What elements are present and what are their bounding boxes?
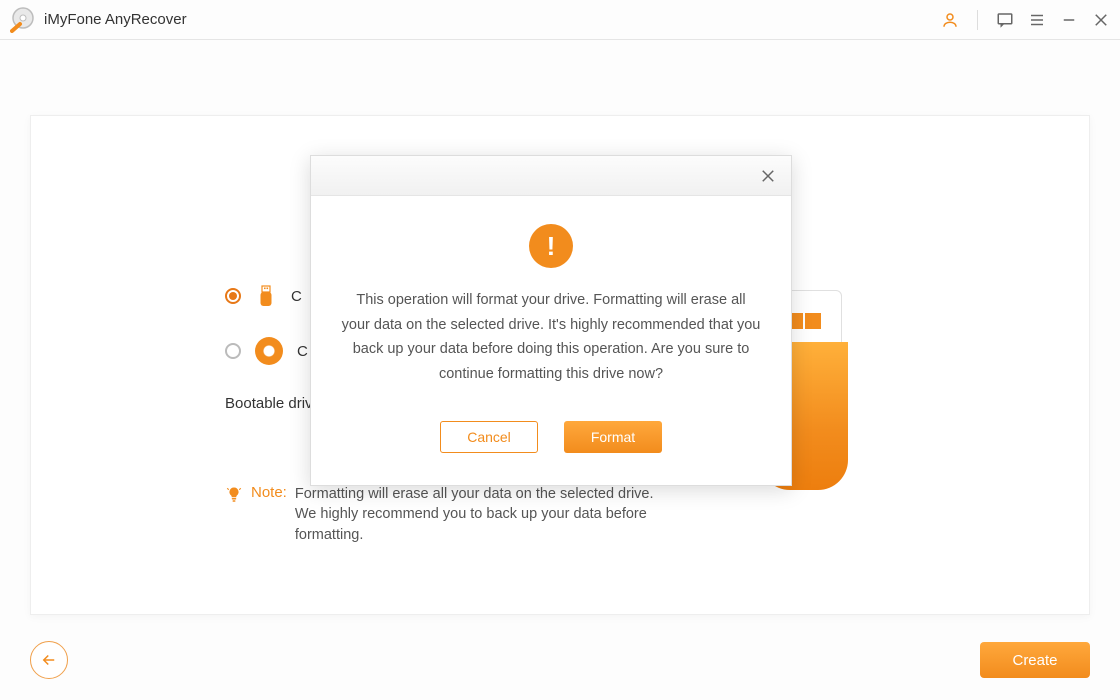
dialog-body: ! This operation will format your drive.… [311, 196, 791, 485]
close-icon[interactable] [1092, 11, 1110, 29]
radio-selected[interactable] [225, 288, 241, 304]
app-title: iMyFone AnyRecover [44, 11, 187, 28]
menu-icon[interactable] [1028, 11, 1046, 29]
account-icon[interactable] [941, 11, 959, 29]
dialog-close-icon[interactable] [759, 167, 777, 185]
option-usb-label: C [291, 288, 302, 305]
radio-unselected[interactable] [225, 343, 241, 359]
usb-icon [255, 285, 277, 307]
create-button[interactable]: Create [980, 642, 1090, 678]
usb-contact [805, 313, 821, 329]
titlebar-controls [941, 10, 1110, 30]
note-label: Note: [251, 484, 287, 501]
titlebar: iMyFone AnyRecover [0, 0, 1120, 40]
warning-icon: ! [529, 224, 573, 268]
app-logo-icon [10, 7, 36, 33]
logo-wrap: iMyFone AnyRecover [10, 7, 187, 33]
note-text: Formatting will erase all your data on t… [295, 484, 655, 545]
chat-icon[interactable] [996, 11, 1014, 29]
dialog-header [311, 156, 791, 196]
dvd-icon [255, 337, 283, 365]
dialog-message: This operation will format your drive. F… [341, 288, 761, 387]
cancel-button[interactable]: Cancel [440, 421, 538, 453]
footer-bar: Create [0, 620, 1120, 700]
lightbulb-icon [225, 486, 243, 504]
format-button[interactable]: Format [564, 421, 662, 453]
note-row: Note: Formatting will erase all your dat… [225, 484, 775, 545]
separator [977, 10, 978, 30]
format-confirm-dialog: ! This operation will format your drive.… [310, 155, 792, 486]
minimize-icon[interactable] [1060, 11, 1078, 29]
back-button[interactable] [30, 641, 68, 679]
option-dvd-label: C [297, 343, 308, 360]
dialog-buttons: Cancel Format [341, 421, 761, 453]
